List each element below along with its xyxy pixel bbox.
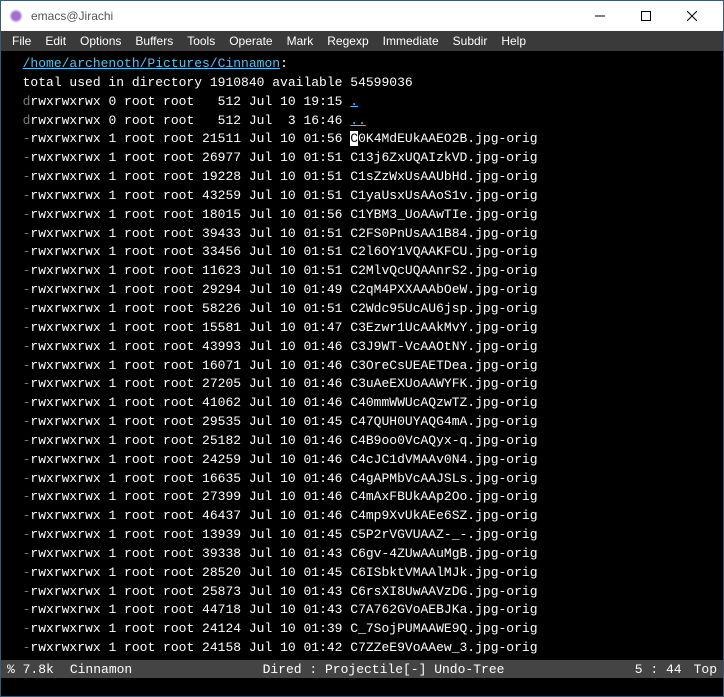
- dired-row[interactable]: -rwxrwxrwx 1 root root 25182 Jul 10 01:4…: [23, 433, 538, 448]
- modeline-mode: Dired : Projectile[-] Undo-Tree: [132, 662, 635, 677]
- dired-filename[interactable]: C6ISbktVMAAlMJk.jpg-orig: [350, 565, 537, 580]
- menu-buffers[interactable]: Buffers: [128, 34, 180, 48]
- menu-tools[interactable]: Tools: [180, 34, 222, 48]
- menu-help[interactable]: Help: [494, 34, 533, 48]
- dired-row[interactable]: -rwxrwxrwx 1 root root 43993 Jul 10 01:4…: [23, 339, 538, 354]
- dired-row[interactable]: -rwxrwxrwx 1 root root 18015 Jul 10 01:5…: [23, 207, 538, 222]
- dired-filename[interactable]: C1YBM3_UoAAwTIe.jpg-orig: [350, 207, 537, 222]
- dired-filename[interactable]: C7ZZeE9VoAAew_3.jpg-orig: [350, 640, 537, 655]
- dired-filename[interactable]: C1yaUsxUsAAoS1v.jpg-orig: [350, 188, 537, 203]
- minibuffer[interactable]: [1, 678, 723, 696]
- menu-subdir[interactable]: Subdir: [446, 34, 495, 48]
- dired-row[interactable]: drwxrwxrwx 0 root root 512 Jul 3 16:46 .…: [23, 113, 366, 128]
- dired-row[interactable]: drwxrwxrwx 0 root root 512 Jul 10 19:15 …: [23, 94, 358, 109]
- dired-row[interactable]: -rwxrwxrwx 1 root root 43259 Jul 10 01:5…: [23, 188, 538, 203]
- dired-filename[interactable]: C2qM4PXXAAAbOeW.jpg-orig: [350, 282, 537, 297]
- dired-filename[interactable]: C2FS0PnUsAA1B84.jpg-orig: [350, 226, 537, 241]
- dired-filename[interactable]: C_7SojPUMAAWE9Q.jpg-orig: [350, 621, 537, 636]
- cursor: C: [350, 131, 358, 146]
- dired-row[interactable]: -rwxrwxrwx 1 root root 21511 Jul 10 01:5…: [23, 131, 538, 146]
- dired-row[interactable]: -rwxrwxrwx 1 root root 25873 Jul 10 01:4…: [23, 584, 538, 599]
- dired-row[interactable]: -rwxrwxrwx 1 root root 24158 Jul 10 01:4…: [23, 640, 538, 655]
- dired-filename[interactable]: C3J9WT-VcAAOtNY.jpg-orig: [350, 339, 537, 354]
- dired-total: total used in directory 1910840 availabl…: [23, 75, 413, 90]
- dired-row[interactable]: -rwxrwxrwx 1 root root 29535 Jul 10 01:4…: [23, 414, 538, 429]
- dired-row[interactable]: -rwxrwxrwx 1 root root 15581 Jul 10 01:4…: [23, 320, 538, 335]
- dired-filename[interactable]: C1sZzWxUsAAUbHd.jpg-orig: [350, 169, 537, 184]
- dired-filename[interactable]: C40mmWWUcAQzwTZ.jpg-orig: [350, 395, 537, 410]
- dired-path[interactable]: /home/archenoth/Pictures/Cinnamon: [23, 56, 280, 71]
- modeline-scroll: Top: [694, 662, 717, 677]
- menu-edit[interactable]: Edit: [38, 34, 73, 48]
- dired-dir-link[interactable]: .: [350, 94, 358, 109]
- window-titlebar: emacs@Jirachi: [1, 1, 723, 31]
- dired-row[interactable]: -rwxrwxrwx 1 root root 11623 Jul 10 01:5…: [23, 263, 538, 278]
- modeline-pos: 5 : 44: [635, 662, 682, 677]
- dired-row[interactable]: -rwxrwxrwx 1 root root 39338 Jul 10 01:4…: [23, 546, 538, 561]
- window-title: emacs@Jirachi: [31, 9, 577, 23]
- modeline-buffer: Cinnamon: [70, 662, 132, 677]
- dired-filename[interactable]: C4cJC1dVMAAv0N4.jpg-orig: [350, 452, 537, 467]
- dired-row[interactable]: -rwxrwxrwx 1 root root 27399 Jul 10 01:4…: [23, 489, 538, 504]
- dired-row[interactable]: -rwxrwxrwx 1 root root 13939 Jul 10 01:4…: [23, 527, 538, 542]
- dired-row[interactable]: -rwxrwxrwx 1 root root 27205 Jul 10 01:4…: [23, 376, 538, 391]
- dired-row[interactable]: -rwxrwxrwx 1 root root 58226 Jul 10 01:5…: [23, 301, 538, 316]
- dired-filename[interactable]: C2Wdc95UcAU6jsp.jpg-orig: [350, 301, 537, 316]
- minimize-button[interactable]: [577, 1, 623, 31]
- dired-filename[interactable]: C3Ezwr1UcAAkMvY.jpg-orig: [350, 320, 537, 335]
- dired-filename[interactable]: C6rsXI8UwAAVzDG.jpg-orig: [350, 584, 537, 599]
- menu-options[interactable]: Options: [73, 34, 128, 48]
- dired-filename[interactable]: C4gAPMbVcAAJSLs.jpg-orig: [350, 471, 537, 486]
- dired-filename[interactable]: C4mp9XvUkAEe6SZ.jpg-orig: [350, 508, 537, 523]
- dired-dir-link[interactable]: ..: [350, 113, 366, 128]
- menubar: FileEditOptionsBuffersToolsOperateMarkRe…: [1, 31, 723, 51]
- menu-operate[interactable]: Operate: [222, 34, 279, 48]
- dired-filename[interactable]: C3uAeEXUoAAWYFK.jpg-orig: [350, 376, 537, 391]
- emacs-icon: [9, 9, 23, 23]
- menu-regexp[interactable]: Regexp: [320, 34, 375, 48]
- dired-row[interactable]: -rwxrwxrwx 1 root root 44718 Jul 10 01:4…: [23, 602, 538, 617]
- dired-filename[interactable]: C2l6OY1VQAAKFCU.jpg-orig: [350, 244, 537, 259]
- dired-row[interactable]: -rwxrwxrwx 1 root root 46437 Jul 10 01:4…: [23, 508, 538, 523]
- dired-row[interactable]: -rwxrwxrwx 1 root root 19228 Jul 10 01:5…: [23, 169, 538, 184]
- dired-filename[interactable]: C47QUH0UYAQG4mA.jpg-orig: [350, 414, 537, 429]
- dired-filename[interactable]: C5P2rVGVUAAZ-_-.jpg-orig: [350, 527, 537, 542]
- dired-row[interactable]: -rwxrwxrwx 1 root root 24124 Jul 10 01:3…: [23, 621, 538, 636]
- modeline: % 7.8k Cinnamon Dired : Projectile[-] Un…: [1, 660, 723, 678]
- dired-row[interactable]: -rwxrwxrwx 1 root root 26977 Jul 10 01:5…: [23, 150, 538, 165]
- dired-filename[interactable]: C6gv-4ZUwAAuMgB.jpg-orig: [350, 546, 537, 561]
- dired-filename[interactable]: C3OreCsUEAETDea.jpg-orig: [350, 358, 537, 373]
- dired-row[interactable]: -rwxrwxrwx 1 root root 39433 Jul 10 01:5…: [23, 226, 538, 241]
- dired-row[interactable]: -rwxrwxrwx 1 root root 33456 Jul 10 01:5…: [23, 244, 538, 259]
- dired-row[interactable]: -rwxrwxrwx 1 root root 41062 Jul 10 01:4…: [23, 395, 538, 410]
- dired-row[interactable]: -rwxrwxrwx 1 root root 16635 Jul 10 01:4…: [23, 471, 538, 486]
- menu-immediate[interactable]: Immediate: [376, 34, 446, 48]
- dired-filename[interactable]: C13j6ZxUQAIzkVD.jpg-orig: [350, 150, 537, 165]
- dired-filename[interactable]: C4mAxFBUkAAp2Oo.jpg-orig: [350, 489, 537, 504]
- dired-row[interactable]: -rwxrwxrwx 1 root root 29294 Jul 10 01:4…: [23, 282, 538, 297]
- menu-file[interactable]: File: [5, 34, 38, 48]
- modeline-pct: % 7.8k: [7, 662, 54, 677]
- dired-filename[interactable]: C4B9oo0VcAQyx-q.jpg-orig: [350, 433, 537, 448]
- window-controls: [577, 1, 715, 31]
- dired-buffer[interactable]: /home/archenoth/Pictures/Cinnamon: total…: [1, 51, 723, 660]
- menu-mark[interactable]: Mark: [280, 34, 321, 48]
- dired-filename[interactable]: C2MlvQcUQAAnrS2.jpg-orig: [350, 263, 537, 278]
- dired-row[interactable]: -rwxrwxrwx 1 root root 24259 Jul 10 01:4…: [23, 452, 538, 467]
- dired-filename[interactable]: C7A762GVoAEBJKa.jpg-orig: [350, 602, 537, 617]
- close-button[interactable]: [669, 1, 715, 31]
- dired-row[interactable]: -rwxrwxrwx 1 root root 16071 Jul 10 01:4…: [23, 358, 538, 373]
- maximize-button[interactable]: [623, 1, 669, 31]
- dired-row[interactable]: -rwxrwxrwx 1 root root 28520 Jul 10 01:4…: [23, 565, 538, 580]
- dired-filename[interactable]: 0K4MdEUkAAEO2B.jpg-orig: [358, 131, 537, 146]
